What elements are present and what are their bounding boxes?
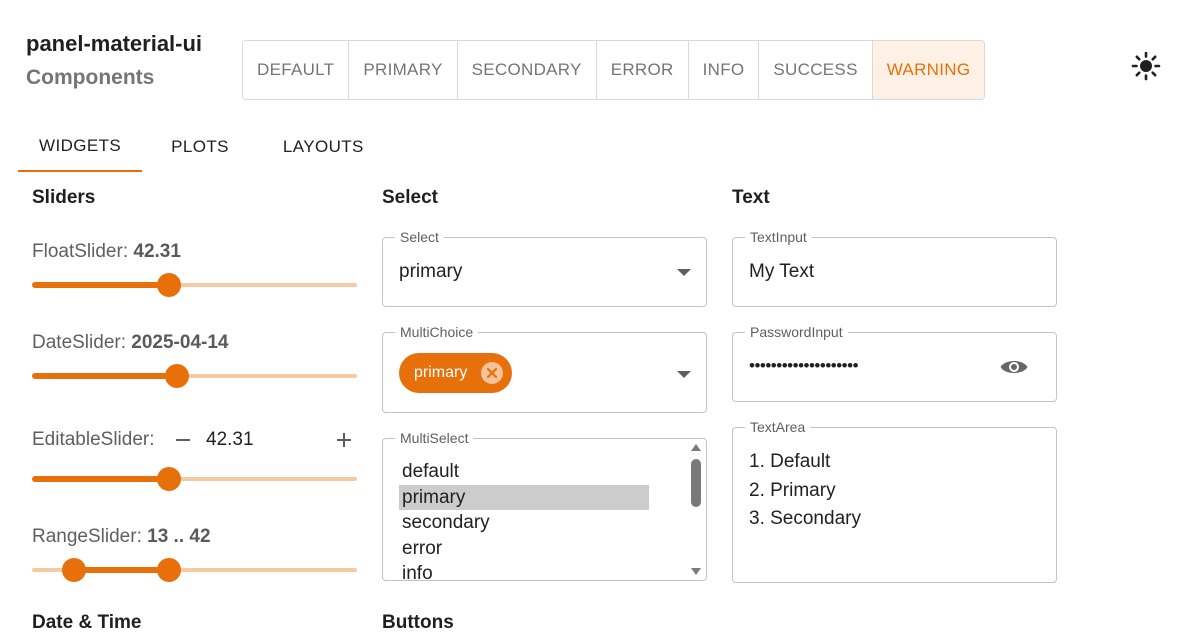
minus-icon <box>176 439 190 441</box>
text-input-label: TextInput <box>745 229 812 245</box>
section-title-text: Text <box>732 187 770 208</box>
tab-layouts[interactable]: LAYOUTS <box>262 122 385 172</box>
section-title-select: Select <box>382 187 438 208</box>
select-field[interactable]: Select primary <box>382 229 707 307</box>
range-slider-start-thumb[interactable] <box>62 558 86 582</box>
multiselect-field-label: MultiSelect <box>395 430 474 446</box>
text-area-field[interactable]: TextArea 1. Default 2. Primary 3. Second… <box>732 419 1057 583</box>
main-tabs: WIDGETS PLOTS LAYOUTS <box>18 122 385 172</box>
date-slider-value: 2025-04-14 <box>131 332 229 353</box>
multiselect-option[interactable]: info <box>399 561 649 587</box>
password-input-value: •••••••••••••••••••• <box>749 356 859 375</box>
text-area-content: 1. Default 2. Primary 3. Secondary <box>749 448 861 534</box>
multichoice-field-label: MultiChoice <box>395 324 479 340</box>
editable-slider-increment-button[interactable] <box>333 429 355 451</box>
slider-track <box>32 282 169 288</box>
text-input-field[interactable]: TextInput My Text <box>732 229 1057 307</box>
editable-slider-label: EditableSlider: <box>32 429 155 450</box>
multiselect-option[interactable]: error <box>399 536 649 562</box>
float-slider[interactable] <box>32 273 357 297</box>
select-field-label: Select <box>395 229 444 245</box>
editable-slider-decrement-button[interactable] <box>172 429 194 451</box>
slider-thumb[interactable] <box>157 273 181 297</box>
chip-label: primary <box>414 364 468 381</box>
scroll-down-icon[interactable] <box>691 568 701 575</box>
color-button-secondary[interactable]: SECONDARY <box>457 41 597 99</box>
slider-thumb[interactable] <box>165 364 189 388</box>
date-slider-label: DateSlider: 2025-04-14 <box>32 332 228 354</box>
range-slider-value: 13 .. 42 <box>147 526 211 547</box>
section-title-sliders: Sliders <box>32 187 96 208</box>
multiselect-scrollbar[interactable] <box>690 443 702 576</box>
slider-thumb[interactable] <box>157 467 181 491</box>
range-slider-label: RangeSlider: 13 .. 42 <box>32 526 211 548</box>
multichoice-chip: primary <box>399 353 512 393</box>
password-input-label: PasswordInput <box>745 324 848 340</box>
text-area-line: 2. Primary <box>749 479 836 501</box>
multiselect-list: default primary secondary error info <box>399 459 649 587</box>
date-slider[interactable] <box>32 364 357 388</box>
tab-plots[interactable]: PLOTS <box>150 122 250 172</box>
scrollbar-thumb[interactable] <box>691 459 701 507</box>
theme-toggle-button[interactable] <box>1131 51 1161 81</box>
editable-slider[interactable] <box>32 467 357 491</box>
app-subtitle: Components <box>26 66 155 89</box>
tab-widgets[interactable]: WIDGETS <box>18 122 143 172</box>
section-title-buttons: Buttons <box>382 612 454 633</box>
select-field-value: primary <box>399 261 463 282</box>
slider-track <box>74 567 169 573</box>
slider-track <box>32 373 177 379</box>
app-title: panel-material-ui <box>26 31 203 56</box>
color-button-error[interactable]: ERROR <box>596 41 689 99</box>
chevron-down-icon <box>677 371 691 378</box>
float-slider-name: FloatSlider: <box>32 241 134 262</box>
range-slider[interactable] <box>32 558 357 582</box>
section-title-date-time: Date & Time <box>32 612 142 633</box>
float-slider-value: 42.31 <box>133 241 181 262</box>
multiselect-option[interactable]: primary <box>399 484 649 510</box>
password-input-field[interactable]: PasswordInput •••••••••••••••••••• <box>732 324 1057 402</box>
range-slider-end-thumb[interactable] <box>157 558 181 582</box>
color-button-primary[interactable]: PRIMARY <box>349 41 458 99</box>
sun-icon <box>1131 51 1161 81</box>
chevron-down-icon <box>677 269 691 276</box>
color-button-default[interactable]: DEFAULT <box>243 41 350 99</box>
editable-slider-value[interactable]: 42.31 <box>206 429 254 451</box>
multichoice-field[interactable]: MultiChoice primary <box>382 324 707 413</box>
multiselect-option[interactable]: default <box>399 459 649 485</box>
text-area-label: TextArea <box>745 419 811 435</box>
text-input-value: My Text <box>749 261 815 282</box>
slider-track <box>32 476 169 482</box>
date-slider-name: DateSlider: <box>32 332 132 353</box>
color-button-info[interactable]: INFO <box>688 41 760 99</box>
float-slider-label: FloatSlider: 42.31 <box>32 241 181 263</box>
text-area-line: 1. Default <box>749 451 831 472</box>
range-slider-name: RangeSlider: <box>32 526 148 547</box>
color-button-group: DEFAULT PRIMARY SECONDARY ERROR INFO SUC… <box>242 40 986 100</box>
chip-remove-icon[interactable] <box>481 362 503 384</box>
multiselect-option[interactable]: secondary <box>399 510 649 536</box>
plus-icon <box>337 433 351 447</box>
multiselect-field[interactable]: MultiSelect default primary secondary er… <box>382 430 707 584</box>
color-button-warning[interactable]: WARNING <box>872 41 985 99</box>
text-area-line: 3. Secondary <box>749 508 861 529</box>
eye-icon[interactable] <box>999 354 1029 380</box>
color-button-success[interactable]: SUCCESS <box>759 41 873 99</box>
scroll-up-icon[interactable] <box>691 444 701 451</box>
